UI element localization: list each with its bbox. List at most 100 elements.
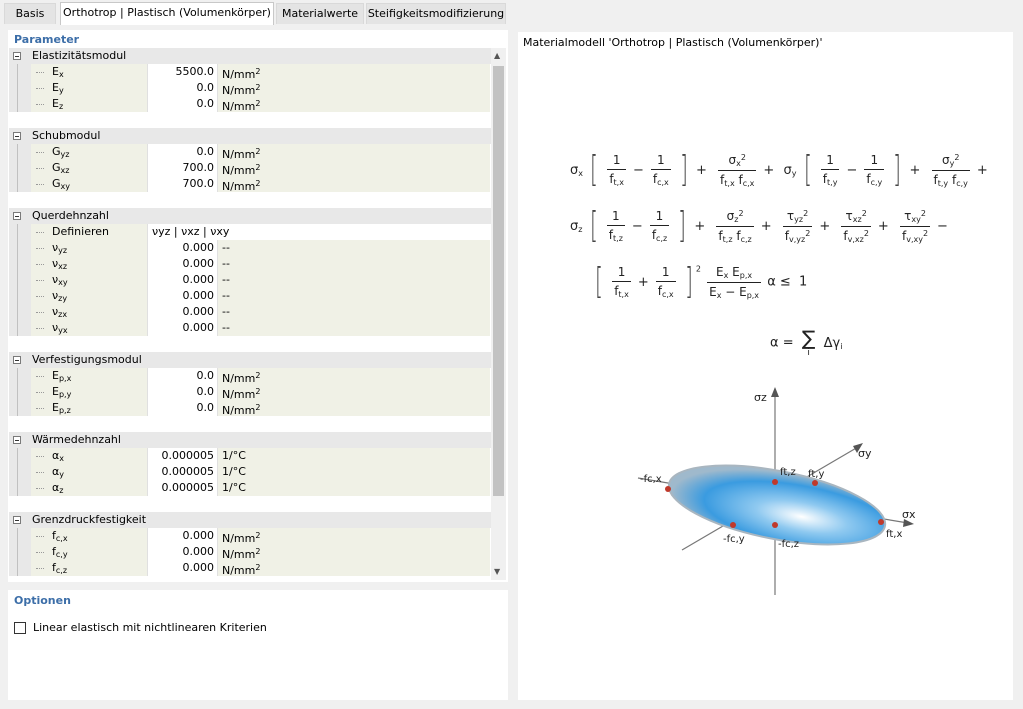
- parameter-value[interactable]: 0.000: [147, 544, 217, 560]
- parameter-row[interactable]: νyx 0.000 --: [9, 320, 492, 336]
- vertical-scrollbar[interactable]: ▲ ▼: [491, 48, 506, 580]
- parameter-unit: --: [217, 240, 490, 256]
- point-fcy: [730, 522, 736, 528]
- parameter-value[interactable]: 0.000: [147, 240, 217, 256]
- parameter-row[interactable]: Ep,x 0.0 N/mm2: [9, 368, 492, 385]
- parameter-value[interactable]: 0.0: [147, 384, 217, 400]
- collapse-toggle-icon[interactable]: [13, 212, 21, 220]
- parameter-name: νyx: [52, 321, 68, 335]
- collapse-toggle-icon[interactable]: [13, 436, 21, 444]
- parameter-row[interactable]: Gyz 0.0 N/mm2: [9, 144, 492, 161]
- parameter-name: νyz: [52, 241, 68, 255]
- tab-basis[interactable]: Basis: [4, 3, 56, 24]
- group-header[interactable]: Schubmodul: [9, 128, 492, 144]
- parameter-row[interactable]: νyz 0.000 --: [9, 240, 492, 256]
- tab-steifigkeitsmodifizierung[interactable]: Steifigkeitsmodifizierung: [366, 3, 506, 24]
- preview-title: Materialmodell 'Orthotrop | Plastisch (V…: [523, 36, 823, 49]
- parameter-value[interactable]: 0.000: [147, 560, 217, 576]
- yield-ellipsoid: [667, 464, 887, 546]
- scroll-up-arrow-icon[interactable]: ▲: [494, 51, 500, 60]
- parameter-row[interactable]: Gxz 700.0 N/mm2: [9, 160, 492, 177]
- group-header[interactable]: Elastizitätsmodul: [9, 48, 492, 64]
- point-ftz: [772, 479, 778, 485]
- group-header[interactable]: Querdehnzahl: [9, 208, 492, 224]
- definieren-label: Definieren: [52, 225, 109, 238]
- parameter-row[interactable]: Ex 5500.0 N/mm2: [9, 64, 492, 81]
- parameter-value[interactable]: 0.0: [147, 144, 217, 160]
- parameter-row[interactable]: fc,y 0.000 N/mm2: [9, 544, 492, 561]
- parameter-name: Ep,x: [52, 369, 72, 383]
- parameter-name: Ez: [52, 97, 64, 111]
- parameter-title: Parameter: [14, 33, 80, 46]
- parameter-value[interactable]: 0.000: [147, 320, 217, 336]
- definieren-value[interactable]: νyz | νxz | νxy: [147, 224, 490, 240]
- parameter-value[interactable]: 700.0: [147, 160, 217, 176]
- parameter-row[interactable]: Ey 0.0 N/mm2: [9, 80, 492, 97]
- group-label: Elastizitätsmodul: [32, 49, 127, 62]
- group-header[interactable]: Wärmedehnzahl: [9, 432, 492, 448]
- sigma-x-label: σx: [902, 508, 916, 521]
- tab-materialwerte[interactable]: Materialwerte: [276, 3, 364, 24]
- parameter-value[interactable]: 700.0: [147, 176, 217, 192]
- parameter-name: Ep,y: [52, 385, 72, 399]
- parameter-value[interactable]: 0.000005: [147, 464, 217, 480]
- parameter-row[interactable]: νzx 0.000 --: [9, 304, 492, 320]
- label-ftz: ft,z: [780, 467, 796, 478]
- label-fcx: -fc,x: [640, 474, 662, 485]
- parameter-value[interactable]: 0.000: [147, 528, 217, 544]
- parameter-row[interactable]: Gxy 700.0 N/mm2: [9, 176, 492, 193]
- point-fty: [812, 480, 818, 486]
- parameter-row[interactable]: Ez 0.0 N/mm2: [9, 96, 492, 113]
- definieren-row[interactable]: Definieren νyz | νxz | νxy: [9, 224, 492, 240]
- parameter-unit: N/mm2: [217, 368, 490, 385]
- parameter-unit: --: [217, 320, 490, 336]
- parameter-row[interactable]: fc,x 0.000 N/mm2: [9, 528, 492, 545]
- scroll-down-arrow-icon[interactable]: ▼: [494, 567, 500, 576]
- parameter-row[interactable]: fc,z 0.000 N/mm2: [9, 560, 492, 577]
- group-header[interactable]: Verfestigungsmodul: [9, 352, 492, 368]
- sigma-y-label: σy: [858, 447, 872, 460]
- group-header[interactable]: Grenzdruckfestigkeit: [9, 512, 492, 528]
- group-label: Grenzdruckfestigkeit: [32, 513, 147, 526]
- parameter-value[interactable]: 0.000: [147, 272, 217, 288]
- label-fcy: -fc,y: [723, 534, 745, 545]
- yield-formula-line-2: σz [ 1 ft,z −1 fc,z ] + σz2 ft,z fc,z + τyz2 fv…: [570, 205, 948, 246]
- options-title: Optionen: [14, 594, 71, 607]
- label-ftx: ft,x: [886, 529, 902, 540]
- yield-formula-line-3: [ 1 ft,x +1 fc,x ] 2 Ex Ep,x Ex − Ep,x α ≤ 1: [595, 261, 808, 302]
- parameter-name: fc,x: [52, 529, 68, 543]
- parameter-value[interactable]: 5500.0: [147, 64, 217, 80]
- group-label: Querdehnzahl: [32, 209, 109, 222]
- parameter-row[interactable]: αz 0.000005 1/°C: [9, 480, 492, 496]
- scrollbar-thumb[interactable]: [493, 66, 504, 496]
- parameter-unit: N/mm2: [217, 400, 490, 417]
- parameter-row[interactable]: αy 0.000005 1/°C: [9, 464, 492, 480]
- parameter-row[interactable]: Ep,y 0.0 N/mm2: [9, 384, 492, 401]
- parameter-row[interactable]: αx 0.000005 1/°C: [9, 448, 492, 464]
- collapse-toggle-icon[interactable]: [13, 356, 21, 364]
- parameter-row[interactable]: νxy 0.000 --: [9, 272, 492, 288]
- parameter-name: νxz: [52, 257, 68, 271]
- parameter-row[interactable]: νxz 0.000 --: [9, 256, 492, 272]
- parameter-value[interactable]: 0.0: [147, 400, 217, 416]
- parameter-value[interactable]: 0.000005: [147, 448, 217, 464]
- yield-formula-line-1: σx [ 1 ft,x −1 fc,x ] + σx2 ft,x fc,x + σy [ 1…: [570, 149, 988, 190]
- parameter-value[interactable]: 0.0: [147, 96, 217, 112]
- parameter-value[interactable]: 0.0: [147, 80, 217, 96]
- parameter-unit: --: [217, 288, 490, 304]
- parameter-unit: N/mm2: [217, 176, 490, 193]
- parameter-value[interactable]: 0.000: [147, 288, 217, 304]
- collapse-toggle-icon[interactable]: [13, 52, 21, 60]
- parameter-value[interactable]: 0.000005: [147, 480, 217, 496]
- linear-elastic-checkbox[interactable]: [14, 622, 26, 634]
- tab-orthotrop-plastisch[interactable]: Orthotrop | Plastisch (Volumenkörper): [60, 2, 274, 25]
- parameter-value[interactable]: 0.0: [147, 368, 217, 384]
- parameter-row[interactable]: Ep,z 0.0 N/mm2: [9, 400, 492, 417]
- parameter-name: νzx: [52, 305, 68, 319]
- group-label: Wärmedehnzahl: [32, 433, 121, 446]
- parameter-value[interactable]: 0.000: [147, 256, 217, 272]
- parameter-row[interactable]: νzy 0.000 --: [9, 288, 492, 304]
- parameter-value[interactable]: 0.000: [147, 304, 217, 320]
- collapse-toggle-icon[interactable]: [13, 516, 21, 524]
- collapse-toggle-icon[interactable]: [13, 132, 21, 140]
